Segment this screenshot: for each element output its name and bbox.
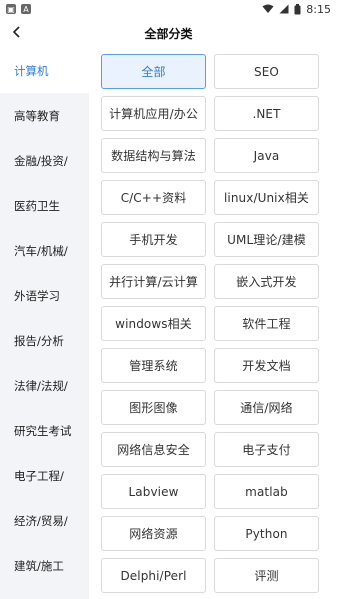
category-button[interactable]: Python [214, 516, 319, 551]
category-button[interactable]: 网络资源 [101, 516, 206, 551]
sidebar-item[interactable]: 医药卫生 [0, 183, 89, 228]
sidebar-item[interactable]: 金融/投资/ [0, 138, 89, 183]
sidebar-item[interactable]: 经济/贸易/ [0, 498, 89, 543]
subcategory-grid: 全部 SEO 计算机应用/办公 .NET 数据结构与算法 Java C/C++资… [101, 54, 321, 593]
category-button[interactable]: 通信/网络 [214, 390, 319, 425]
sidebar-item[interactable]: 外语学习 [0, 273, 89, 318]
category-button[interactable]: Labview [101, 474, 206, 509]
sidebar-item-label: 高等教育 [14, 108, 60, 123]
category-button[interactable]: 评测 [214, 558, 319, 593]
category-button[interactable]: 开发文档 [214, 348, 319, 383]
category-button[interactable]: 电子支付 [214, 432, 319, 467]
sidebar-item-label: 建筑/施工 [14, 558, 64, 573]
sidebar-item-label: 电子工程/ [14, 468, 64, 483]
status-time: 8:15 [306, 2, 331, 16]
sidebar-item-label: 汽车/机械/ [14, 243, 68, 258]
wifi-icon [262, 4, 274, 14]
back-arrow-icon [11, 24, 23, 43]
category-button[interactable]: windows相关 [101, 306, 206, 341]
category-button[interactable]: .NET [214, 96, 319, 131]
category-button[interactable]: 图形图像 [101, 390, 206, 425]
category-button[interactable]: linux/Unix相关 [214, 180, 319, 215]
category-button[interactable]: 计算机应用/办公 [101, 96, 206, 131]
sidebar-item-label: 法律/法规/ [14, 378, 68, 393]
sidebar-item-label: 外语学习 [14, 288, 60, 303]
app-notification-icon: A [21, 4, 31, 14]
category-button[interactable]: Java [214, 138, 319, 173]
sidebar-item-label: 计算机 [14, 63, 49, 78]
sidebar-item[interactable]: 法律/法规/ [0, 363, 89, 408]
sidebar-item-label: 研究生考试 [14, 423, 72, 438]
category-button[interactable]: matlab [214, 474, 319, 509]
category-button[interactable]: 并行计算/云计算 [101, 264, 206, 299]
signal-icon [279, 4, 289, 14]
sidebar-item[interactable]: 高等教育 [0, 93, 89, 138]
sidebar-item[interactable]: 报告/分析 [0, 318, 89, 363]
category-button[interactable]: 数据结构与算法 [101, 138, 206, 173]
sidebar-item[interactable]: 电子工程/ [0, 453, 89, 498]
back-button[interactable] [6, 22, 28, 44]
sidebar-item-label: 金融/投资/ [14, 153, 68, 168]
page-title: 全部分类 [144, 26, 193, 41]
category-button[interactable]: 手机开发 [101, 222, 206, 257]
sidebar-item[interactable]: 计算机 [0, 48, 89, 93]
category-button[interactable]: SEO [214, 54, 319, 89]
sidebar-item-label: 报告/分析 [14, 333, 64, 348]
category-button[interactable]: Delphi/Perl [101, 558, 206, 593]
sidebar-item[interactable]: 建筑/施工 [0, 543, 89, 588]
battery-icon [294, 3, 301, 15]
category-sidebar: 计算机 高等教育 金融/投资/ 医药卫生 汽车/机械/ 外语学习 报告/分析 法… [0, 48, 89, 599]
category-button[interactable]: 管理系统 [101, 348, 206, 383]
category-button[interactable]: UML理论/建模 [214, 222, 319, 257]
category-button[interactable]: 软件工程 [214, 306, 319, 341]
sidebar-item-label: 医药卫生 [14, 198, 60, 213]
category-button[interactable]: C/C++资料 [101, 180, 206, 215]
header: 全部分类 [0, 18, 337, 48]
sidebar-item[interactable]: 研究生考试 [0, 408, 89, 453]
sidebar-item[interactable]: 汽车/机械/ [0, 228, 89, 273]
status-bar: ▣ A 8:15 [0, 0, 337, 18]
category-button[interactable]: 嵌入式开发 [214, 264, 319, 299]
category-button[interactable]: 网络信息安全 [101, 432, 206, 467]
category-button[interactable]: 全部 [101, 54, 206, 89]
gallery-icon: ▣ [6, 4, 16, 14]
sidebar-item-label: 经济/贸易/ [14, 513, 68, 528]
